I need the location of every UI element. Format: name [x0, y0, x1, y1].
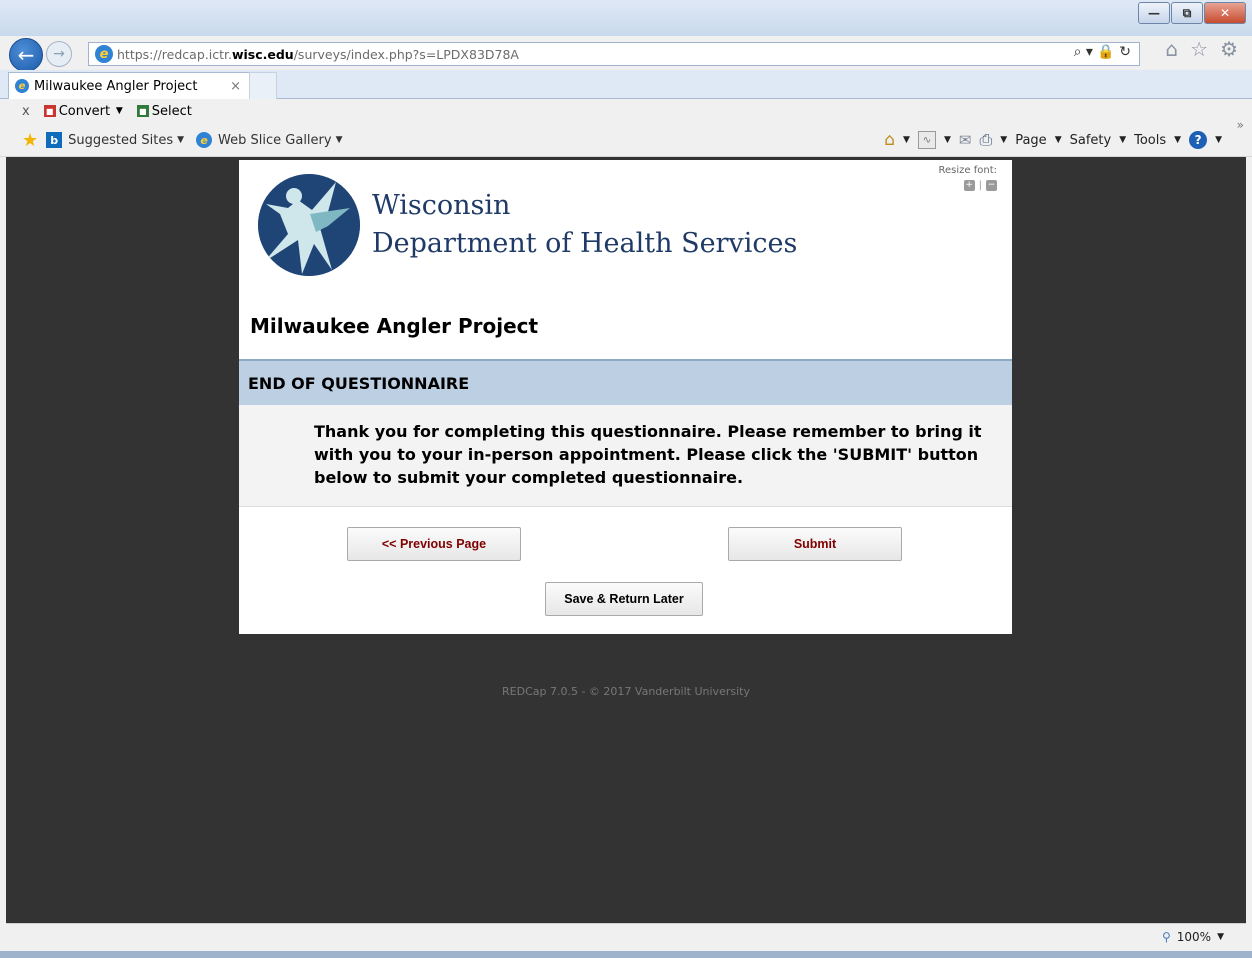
window-controls: — ⧉ ✕: [1138, 2, 1246, 24]
chevron-down-icon: ▼: [1119, 135, 1127, 145]
suggested-sites-label: Suggested Sites: [68, 132, 174, 148]
address-bar[interactable]: e https://redcap.ictr. wisc.edu/surveys/i…: [88, 42, 1140, 66]
rss-feed-icon[interactable]: ∿: [917, 131, 936, 149]
command-bar: ⌂ ▼ ∿ ▼ ✉ ⎙ ▼ Page ▼ Safety ▼ Tools ▼ ? …: [884, 124, 1222, 156]
resize-font-control: Resize font: + | −: [938, 164, 998, 192]
survey-container: Resize font: + | − Wisconsin Department …: [239, 160, 1012, 634]
tools-menu[interactable]: Tools: [1134, 133, 1166, 148]
previous-page-button[interactable]: << Previous Page: [347, 527, 521, 561]
font-decrease-icon[interactable]: −: [986, 180, 997, 191]
browser-top-icons: ⌂ ☆ ⚙: [1165, 37, 1238, 61]
zoom-icon: ⚲: [1161, 930, 1171, 944]
convert-toolbar: x ■ Convert ▼ ■ Select: [0, 99, 1252, 123]
font-increase-icon[interactable]: +: [963, 180, 975, 191]
bing-icon: b: [46, 132, 63, 148]
title-bar: — ⧉ ✕: [0, 0, 1252, 36]
print-icon[interactable]: ⎙: [979, 130, 992, 150]
project-title: Milwaukee Angler Project: [250, 314, 539, 338]
favorites-bar: ★ b Suggested Sites ▼ e Web Slice Galler…: [0, 124, 1252, 157]
chevron-down-icon: ▼: [1054, 135, 1062, 145]
help-icon[interactable]: ?: [1189, 131, 1208, 149]
close-window-button[interactable]: ✕: [1204, 2, 1246, 24]
ie-tab-icon: e: [15, 79, 29, 93]
web-slice-gallery-label: Web Slice Gallery: [218, 132, 332, 148]
tab-close-icon[interactable]: ×: [230, 79, 241, 94]
back-button[interactable]: ←: [9, 38, 43, 72]
section-header: END OF QUESTIONNAIRE: [239, 359, 1012, 405]
home-icon[interactable]: ⌂: [884, 130, 895, 150]
tab-title: Milwaukee Angler Project: [34, 78, 198, 94]
new-tab-button[interactable]: [249, 72, 277, 99]
convert-button[interactable]: ■ Convert ▼: [43, 103, 123, 119]
convert-label: Convert: [58, 103, 111, 119]
chevron-down-icon: ▼: [1174, 135, 1182, 145]
home-icon[interactable]: ⌂: [1165, 37, 1178, 61]
restore-button[interactable]: ⧉: [1171, 2, 1203, 24]
toolbar-overflow-icon[interactable]: »: [1237, 118, 1244, 132]
web-slice-gallery-link[interactable]: Web Slice Gallery ▼: [218, 133, 342, 148]
dhs-logo: [258, 174, 360, 276]
resize-separator: |: [978, 180, 982, 191]
page-menu[interactable]: Page: [1015, 133, 1046, 148]
chevron-down-icon[interactable]: ▼: [1000, 135, 1007, 145]
arrow-right-icon: →: [53, 46, 65, 62]
select-button[interactable]: ■ Select: [136, 103, 192, 119]
url-domain: wisc.edu: [231, 46, 294, 62]
tab-strip: e Milwaukee Angler Project ×: [0, 70, 1252, 99]
chevron-down-icon: ▼: [335, 135, 343, 145]
org-name-line2: Department of Health Services: [372, 228, 798, 259]
org-name-line1: Wisconsin: [372, 190, 511, 221]
section-header-label: END OF QUESTIONNAIRE: [248, 374, 470, 393]
close-toolbar-icon[interactable]: x: [22, 104, 30, 119]
url-path: /surveys/index.php?s=LPDX83D78A: [293, 46, 519, 62]
suggested-sites-link[interactable]: Suggested Sites ▼: [68, 133, 184, 148]
web-slice-icon: e: [196, 132, 213, 148]
safety-menu[interactable]: Safety: [1070, 133, 1112, 148]
zoom-level: 100%: [1176, 930, 1212, 944]
footer-text: REDCap 7.0.5 - © 2017 Vanderbilt Univers…: [502, 685, 750, 698]
select-label: Select: [151, 103, 192, 119]
chevron-down-icon: ▼: [1217, 932, 1224, 942]
submit-button[interactable]: Submit: [728, 527, 902, 561]
gear-icon[interactable]: ⚙: [1220, 37, 1238, 61]
chevron-down-icon[interactable]: ▼: [944, 135, 951, 145]
arrow-left-icon: ←: [17, 43, 35, 67]
question-area: Thank you for completing this questionna…: [239, 405, 1012, 507]
ie-page-icon: e: [95, 45, 113, 63]
resize-font-label: Resize font:: [938, 165, 998, 176]
page-viewport: Resize font: + | − Wisconsin Department …: [6, 157, 1246, 923]
taskbar: [0, 951, 1252, 958]
zoom-control[interactable]: ⚲ 100% ▼: [1162, 930, 1224, 944]
forward-button[interactable]: →: [46, 41, 72, 67]
question-text: Thank you for completing this questionna…: [314, 422, 982, 487]
tab-milwaukee-angler[interactable]: e Milwaukee Angler Project ×: [8, 72, 250, 99]
minimize-button[interactable]: —: [1138, 2, 1170, 24]
save-return-later-button[interactable]: Save & Return Later: [545, 582, 703, 616]
select-icon: ■: [136, 105, 149, 117]
pdf-icon: ■: [43, 105, 56, 117]
url-prefix: https://redcap.ictr.: [117, 46, 232, 62]
status-bar: ⚲ 100% ▼: [6, 923, 1246, 952]
favorites-star-icon[interactable]: ☆: [1190, 37, 1208, 61]
add-favorites-icon[interactable]: ★: [22, 130, 38, 151]
chevron-down-icon: ▼: [110, 106, 123, 116]
read-mail-icon[interactable]: ✉: [959, 131, 972, 149]
chevron-down-icon: ▼: [177, 135, 185, 145]
chevron-down-icon[interactable]: ▼: [903, 135, 910, 145]
address-tools[interactable]: ⌕ ▾ 🔒 ↻: [1074, 44, 1131, 60]
chevron-down-icon: ▼: [1215, 135, 1222, 145]
